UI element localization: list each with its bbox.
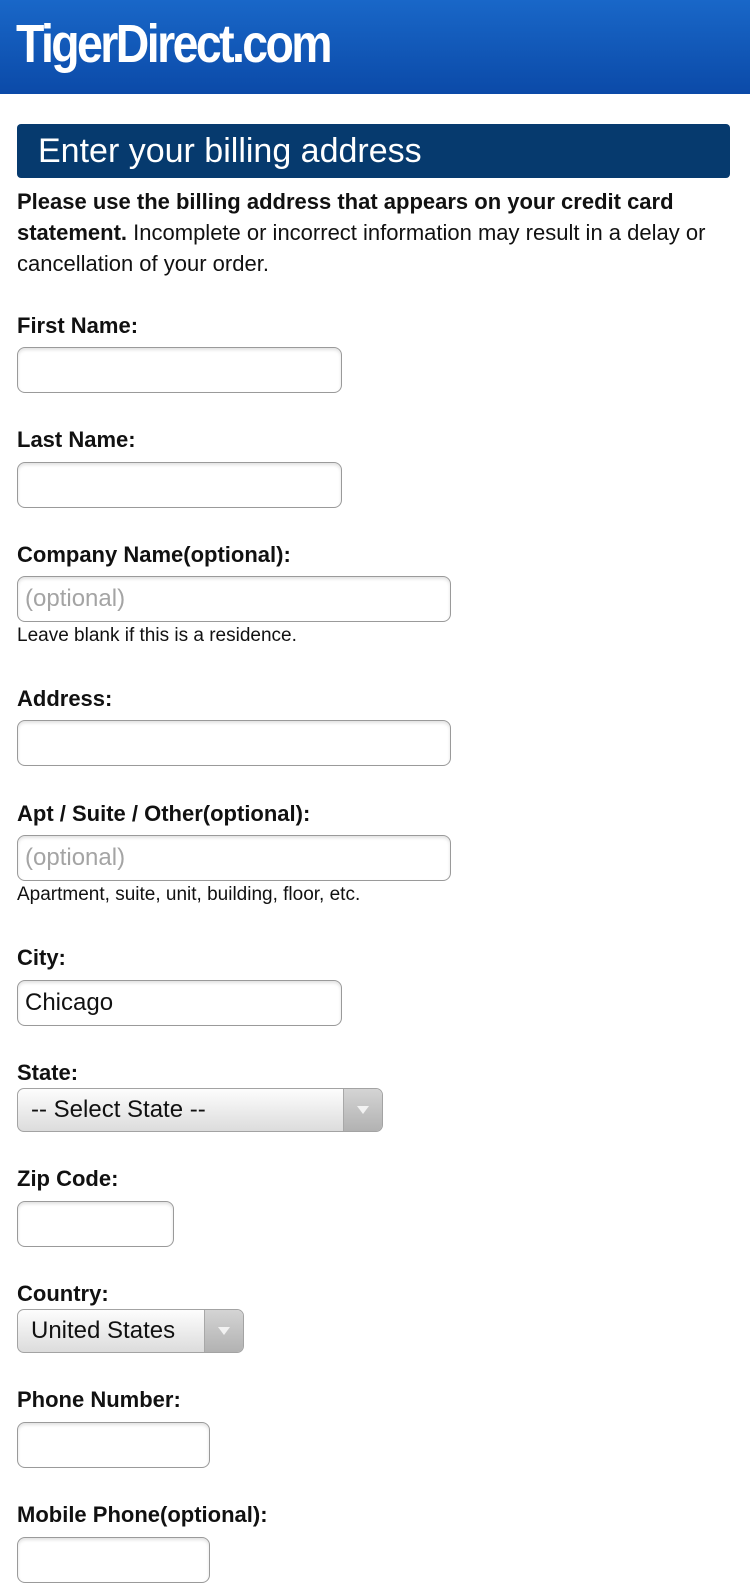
chevron-down-icon[interactable] [204, 1310, 243, 1352]
address-label: Address: [17, 686, 113, 711]
first-name-label: First Name: [17, 313, 139, 338]
apt-suite-input[interactable]: (optional) [17, 835, 451, 881]
state-selected-value: -- Select State -- [31, 1096, 206, 1123]
mobile-phone-label: Mobile Phone(optional): [17, 1502, 268, 1527]
chevron-down-icon[interactable] [343, 1089, 382, 1131]
country-label: Country: [17, 1281, 109, 1306]
top-bar: TigerDirect.com [0, 0, 750, 94]
section-title: Enter your billing address [17, 124, 730, 178]
apt-suite-placeholder: (optional) [25, 844, 126, 871]
company-name-hint: Leave blank if this is a residence. [17, 625, 297, 646]
first-name-input[interactable] [17, 347, 342, 393]
city-input[interactable]: Chicago [17, 980, 342, 1026]
city-label: City: [17, 945, 66, 970]
mobile-phone-input[interactable] [17, 1537, 210, 1583]
phone-number-input[interactable] [17, 1422, 210, 1468]
country-selected-value: United States [31, 1317, 176, 1344]
company-name-label: Company Name(optional): [17, 542, 291, 567]
company-name-placeholder: (optional) [25, 585, 126, 612]
country-select[interactable]: United States [17, 1309, 244, 1353]
last-name-input[interactable] [17, 462, 342, 508]
tigerdirect-logo[interactable]: TigerDirect.com [16, 14, 333, 74]
phone-number-label: Phone Number: [17, 1387, 181, 1412]
company-name-input[interactable]: (optional) [17, 576, 451, 622]
address-input[interactable] [17, 720, 451, 766]
apt-suite-label: Apt / Suite / Other(optional): [17, 801, 311, 826]
zip-code-input[interactable] [17, 1201, 174, 1247]
apt-suite-hint: Apartment, suite, unit, building, floor,… [17, 884, 361, 905]
last-name-label: Last Name: [17, 427, 136, 452]
zip-code-label: Zip Code: [17, 1166, 119, 1191]
state-label: State: [17, 1060, 79, 1085]
state-select[interactable]: -- Select State -- [17, 1088, 383, 1132]
billing-instructions: Please use the billing address that appe… [17, 186, 733, 279]
